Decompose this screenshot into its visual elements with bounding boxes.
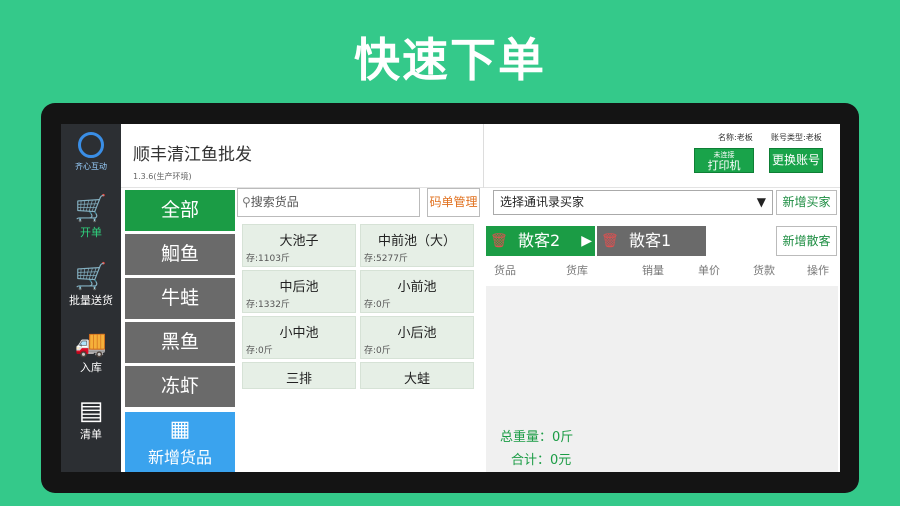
category-all[interactable]: 全部 [125,190,235,231]
nav-label: 批量送货 [69,294,113,307]
account-type: 账号类型:老板 [771,133,822,142]
goods-name: 小中池 [279,326,319,341]
search-icon: ⚲ [242,195,251,209]
logo-text: 齐心互动 [75,162,107,171]
nav-item-list[interactable]: ▤ 清单 [61,396,121,442]
add-walkin-button[interactable]: 新增散客 [776,226,837,256]
column-header: 单价 [698,264,720,277]
nav-label: 清单 [80,428,102,441]
goods-name: 大池子 [279,234,319,249]
column-header: 货款 [753,264,775,277]
goods-name: 中前池（大） [377,234,456,249]
divider [483,124,484,188]
shop-title: 顺丰清江鱼批发 [133,145,252,165]
cart-icon: 🛒 [74,262,108,292]
app-screen: 齐心互动 🛒 开单 🛒 批量送货 🚚 入库 ▤ 清单 顺丰清江鱼批发 1.3.6… [61,124,840,472]
category-item[interactable]: 鮰鱼 [125,234,235,275]
goods-name: 中后池 [279,280,319,295]
goods-stock: 存:5277斤 [364,254,408,264]
goods-stock: 存:0斤 [246,346,273,356]
side-nav: 齐心互动 🛒 开单 🛒 批量送货 🚚 入库 ▤ 清单 [61,124,121,472]
order-tab[interactable]: 🗑 散客1 [597,226,706,256]
logo-icon [78,132,104,158]
buyer-select-value: 选择通讯录买家 [500,195,585,209]
nav-item-stock-in[interactable]: 🚚 入库 [61,329,121,375]
nav-label: 开单 [80,226,102,239]
printer-label: 打印机 [707,159,741,172]
order-tab-label: 散客1 [629,231,672,250]
headline: 快速下单 [354,33,546,87]
search-placeholder: 搜索货品 [250,195,299,209]
goods-item[interactable]: 中后池 存:1332斤 [242,270,356,313]
dropdown-arrow-icon: ▼ [756,195,766,209]
nav-item-batch-delivery[interactable]: 🛒 批量送货 [61,262,121,308]
goods-name: 小前池 [397,280,437,295]
order-tab-label: 散客2 [518,231,561,250]
column-header: 操作 [807,264,829,277]
total-weight: 总重量：0斤 [500,430,574,445]
goods-item[interactable]: 中前池（大） 存:5277斤 [360,224,474,267]
trash-icon[interactable]: 🗑 [601,226,619,256]
total-amount: 合计：0元 [511,453,572,468]
goods-item[interactable]: 小中池 存:0斤 [242,316,356,359]
printer-button[interactable]: 未连接 打印机 [694,148,754,173]
goods-name: 三排 [285,372,312,387]
nav-label: 入库 [80,361,102,374]
goods-stock: 存:0斤 [364,346,391,356]
goods-name: 小后池 [397,326,437,341]
cart-icon: 🛒 [74,194,108,224]
goods-stock: 存:1103斤 [246,254,290,264]
column-header: 货库 [566,264,588,277]
add-goods-button[interactable]: ▦ 新增货品 [125,412,235,472]
goods-item[interactable]: 三排 [242,362,356,389]
nav-item-order[interactable]: 🛒 开单 [61,194,121,240]
add-goods-icon: ▦ [169,417,191,442]
column-header: 货品 [494,264,516,277]
search-input[interactable]: ⚲搜索货品 [237,188,420,217]
category-item[interactable]: 冻虾 [125,366,235,407]
goods-name: 大蛙 [403,372,430,387]
play-icon: ▶ [581,233,592,249]
goods-item[interactable]: 大蛙 [360,362,474,389]
goods-item[interactable]: 小前池 存:0斤 [360,270,474,313]
goods-stock: 存:0斤 [364,300,391,310]
column-header: 销量 [642,264,664,277]
list-icon: ▤ [78,396,104,426]
add-goods-label: 新增货品 [147,448,212,467]
buyer-select[interactable]: 选择通讯录买家 ▼ [493,190,773,215]
trash-icon[interactable]: 🗑 [490,226,508,256]
category-item[interactable]: 黑鱼 [125,322,235,363]
category-item[interactable]: 牛蛙 [125,278,235,319]
version-label: 1.3.6(生产环境) [133,172,192,181]
goods-item[interactable]: 大池子 存:1103斤 [242,224,356,267]
truck-icon: 🚚 [74,329,108,359]
top-bar: 顺丰清江鱼批发 1.3.6(生产环境) 名称:老板 账号类型:老板 未连接 打印… [121,124,840,188]
app-logo: 齐心互动 [72,132,110,180]
account-name: 名称:老板 [718,133,753,142]
order-tab-active[interactable]: 🗑 散客2 ▶ [486,226,595,256]
goods-item[interactable]: 小后池 存:0斤 [360,316,474,359]
goods-stock: 存:1332斤 [246,300,290,310]
code-management-button[interactable]: 码单管理 [427,188,480,217]
add-buyer-button[interactable]: 新增买家 [776,190,837,215]
switch-account-button[interactable]: 更换账号 [769,148,823,173]
